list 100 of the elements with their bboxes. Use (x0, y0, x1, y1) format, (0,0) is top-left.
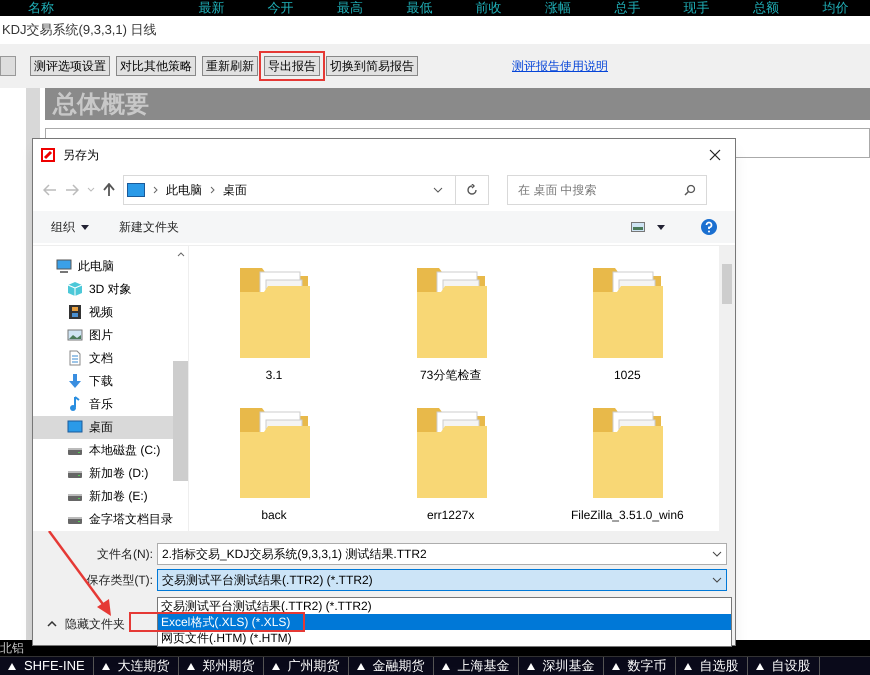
nav-item[interactable]: 此电脑 (33, 254, 173, 278)
triangle-icon (684, 662, 692, 670)
toolbar-button[interactable]: 重新刷新 (202, 56, 258, 76)
help-icon[interactable] (701, 219, 717, 235)
nav-item[interactable]: 新加卷 (E:) (33, 484, 173, 508)
nav-label: 文档 (89, 350, 113, 367)
chevron-down-icon (712, 551, 722, 557)
triangle-icon (8, 662, 16, 670)
cube-icon (67, 280, 83, 297)
file-name[interactable]: 73分笔检查 (420, 366, 482, 384)
triangle-icon (442, 662, 450, 670)
column-header: 最低 (405, 0, 434, 16)
dropdown-option[interactable]: 交易测试平台测试结果(.TTR2) (*.TTR2) (158, 598, 731, 614)
file-name[interactable]: back (261, 506, 287, 524)
nav-label: 图片 (89, 326, 113, 344)
window-title: KDJ交易系统(9,3,3,1) 日线 (2, 21, 157, 40)
breadcrumb-item[interactable]: 此电脑 (166, 181, 202, 199)
column-header: 总额 (752, 0, 780, 16)
market-tab[interactable]: 大连期货 (94, 657, 179, 675)
filename-text: 2.指标交易_KDJ交易系统(9,3,3,1) 测试结果.TTR2 (162, 546, 428, 563)
address-bar[interactable]: 此电脑 桌面 (123, 175, 489, 205)
column-header: 最新 (197, 0, 226, 16)
nav-item[interactable]: 文档 (33, 346, 173, 370)
scrollbar[interactable] (719, 246, 735, 531)
nav-item[interactable]: 图片 (33, 323, 173, 346)
hide-folders-button[interactable]: 隐藏文件夹 (47, 615, 125, 633)
close-icon (709, 149, 721, 161)
nav-label: 金字塔文档目录 (89, 511, 173, 528)
nav-label: 下载 (89, 372, 113, 390)
file-name[interactable]: err1227x (426, 506, 474, 524)
market-tab[interactable]: 自设股 (748, 657, 820, 675)
back-arrow-icon[interactable] (43, 184, 57, 196)
up-arrow-icon[interactable] (103, 183, 115, 197)
new-folder-button[interactable]: 新建文件夹 (119, 218, 179, 236)
dropdown-option[interactable]: Excel格式(.XLS) (*.XLS) (158, 614, 731, 630)
help-link[interactable]: 测评报告使用说明 (512, 57, 608, 75)
nav-item[interactable]: 桌面 (33, 416, 173, 439)
chevron-right-icon (210, 186, 215, 194)
triangle-icon (526, 662, 535, 670)
toolbar-button[interactable]: 切换到简易报告 (326, 56, 418, 76)
film-icon (67, 304, 83, 320)
nav-label: 桌面 (89, 419, 113, 436)
chevron-up-icon (47, 621, 57, 627)
file-type-select[interactable]: 交易测试平台测试结果(.TTR2) (*.TTR2) (157, 569, 727, 591)
nav-item[interactable]: 下载 (33, 369, 173, 392)
column-header: 均价 (821, 0, 850, 16)
scroll-thumb[interactable] (173, 361, 188, 481)
market-tab[interactable]: 自选股 (676, 657, 748, 675)
select-value: 交易测试平台测试结果(.TTR2) (*.TTR2) (162, 572, 374, 589)
field-label: 保存类型(T): (85, 572, 153, 589)
toolbar-button[interactable]: 对比其他策略 (116, 56, 196, 76)
column-header: 今开 (266, 0, 295, 16)
market-tab[interactable]: 深圳基金 (518, 657, 604, 675)
column-header: 涨幅 (544, 0, 572, 16)
column-header: 名称 (28, 0, 55, 16)
toolbar-button[interactable]: 测评选项设置 (30, 56, 110, 76)
file-name[interactable]: FileZilla_3.51.0_win6 (570, 506, 684, 524)
caret-icon[interactable] (657, 224, 665, 230)
pencil-icon (41, 148, 55, 162)
desktop-icon (127, 183, 145, 197)
market-tab[interactable]: 数字币 (604, 657, 676, 675)
field-label: 文件名(N): (96, 546, 153, 563)
ticker-item[interactable]: 北铝 (0, 640, 24, 656)
file-name[interactable]: 3.1 (266, 366, 282, 384)
market-tab[interactable]: 郑州期货 (178, 657, 264, 675)
triangle-icon (612, 662, 620, 670)
search-field[interactable]: 在 桌面 中搜索 (507, 175, 707, 205)
filename-field[interactable]: 2.指标交易_KDJ交易系统(9,3,3,1) 测试结果.TTR2 (157, 543, 727, 565)
view-icon[interactable] (631, 222, 645, 232)
file-name[interactable]: 1025 (614, 366, 641, 384)
column-header: 前收 (474, 0, 503, 16)
dialog-title: 另存为 (63, 147, 99, 164)
chevron-right-icon (153, 186, 158, 194)
chevron-down-icon (712, 577, 722, 583)
triangle-icon (186, 662, 195, 670)
nav-label: 3D 对象 (89, 280, 132, 298)
nav-item[interactable]: 金字塔文档目录 (33, 508, 173, 531)
nav-item[interactable]: 视频 (33, 300, 173, 324)
nav-label: 音乐 (89, 396, 113, 413)
toolbar-button[interactable]: 导出报告 (264, 56, 320, 76)
nav-item[interactable]: 3D 对象 (33, 277, 173, 300)
scroll-thumb[interactable] (722, 264, 732, 304)
triangle-icon (102, 662, 110, 670)
dropdown-option[interactable]: 网页文件(.HTM) (*.HTM) (158, 630, 731, 646)
search-icon (684, 184, 696, 196)
nav-item[interactable]: 新加卷 (D:) (33, 462, 173, 485)
toolbar-button[interactable] (0, 56, 16, 76)
breadcrumb-item[interactable]: 桌面 (223, 181, 247, 199)
nav-label: 此电脑 (78, 258, 114, 275)
search-input[interactable]: 在 桌面 中搜索 (518, 181, 684, 199)
market-tab[interactable]: 金融期货 (348, 657, 434, 675)
forward-arrow-icon[interactable] (65, 184, 79, 196)
market-tab[interactable]: 广州期货 (264, 657, 349, 675)
nav-item[interactable]: 本地磁盘 (C:) (33, 438, 173, 462)
chevron-down-icon[interactable] (433, 187, 443, 193)
organize-button[interactable]: 组织 (51, 218, 89, 236)
nav-item[interactable]: 音乐 (33, 392, 173, 416)
market-tab[interactable]: SHFE-INE (0, 657, 94, 675)
market-tab[interactable]: 上海基金 (434, 657, 519, 675)
column-header: 最高 (336, 0, 364, 16)
